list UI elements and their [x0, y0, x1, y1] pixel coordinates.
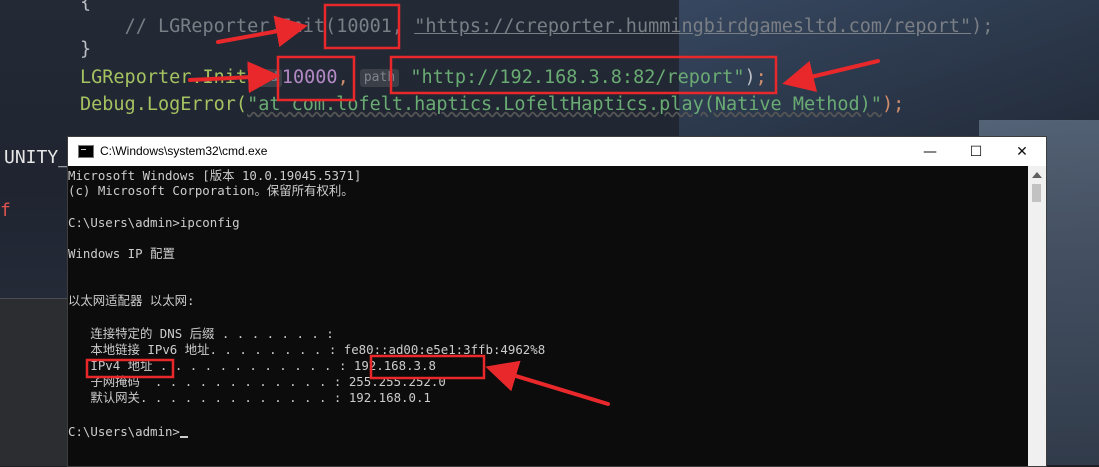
- console-line-ipv4: IPv4 地址 . . . . . . . . . . . . : 192.16…: [68, 358, 436, 373]
- close-button[interactable]: ✕: [999, 137, 1045, 166]
- init-num-value[interactable]: 10000: [282, 67, 338, 88]
- console-line: 默认网关. . . . . . . . . . . . . : 192.168.…: [68, 390, 431, 405]
- code-line-close-brace[interactable]: }: [80, 39, 91, 60]
- code-line-commented-init[interactable]: // LGReporter.Init(10001, "https://crepo…: [80, 16, 994, 37]
- cmd-titlebar[interactable]: C:\Windows\system32\cmd.exe — ☐ ✕: [68, 137, 1046, 166]
- comment-sep: ,: [391, 16, 415, 37]
- console-line: 以太网适配器 以太网:: [68, 293, 195, 308]
- init-call-name[interactable]: LGReporter.Init(: [80, 67, 258, 88]
- console-prompt-line[interactable]: C:\Users\admin>: [68, 424, 188, 439]
- brace: }: [80, 39, 92, 60]
- code-line-init-call[interactable]: LGReporter.Init(id 10000, path "http://19…: [80, 67, 767, 88]
- cmd-window[interactable]: C:\Windows\system32\cmd.exe — ☐ ✕ Micros…: [67, 136, 1047, 467]
- console-line: 本地链接 IPv6 地址. . . . . . . . : fe80::ad00…: [68, 342, 546, 357]
- console-line: (c) Microsoft Corporation。保留所有权利。: [68, 183, 354, 198]
- comment-num: 10001: [336, 16, 392, 37]
- comment-tail: );: [971, 16, 994, 37]
- init-url-value[interactable]: "http://192.168.3.8:82/report": [410, 67, 744, 88]
- param-hint-path: path: [359, 69, 400, 87]
- code-line-debug-log[interactable]: Debug.LogError("at com.lofelt.haptics.Lo…: [80, 94, 904, 115]
- init-close-paren: ): [744, 67, 756, 88]
- console-line: Windows IP 配置: [68, 246, 175, 261]
- maximize-button[interactable]: ☐: [953, 137, 999, 166]
- vertical-scrollbar[interactable]: [1028, 166, 1046, 466]
- debug-msg[interactable]: "at com.lofelt.haptics.LofeltHaptics.pla…: [247, 94, 882, 115]
- init-sep: ,: [337, 67, 349, 88]
- console-line: C:\Users\admin>ipconfig: [68, 215, 240, 230]
- cmd-console-output[interactable]: Microsoft Windows [版本 10.0.19045.5371] (…: [68, 166, 1028, 466]
- console-line: 连接特定的 DNS 后缀 . . . . . . . :: [68, 326, 334, 341]
- editor-left-red-char: f: [0, 200, 11, 221]
- text-cursor: [179, 436, 188, 438]
- cmd-title: C:\Windows\system32\cmd.exe: [100, 144, 268, 158]
- console-prompt: C:\Users\admin>: [68, 424, 180, 439]
- editor-left-label: UNITY_: [4, 147, 70, 168]
- scrollbar-thumb[interactable]: [1032, 184, 1041, 202]
- editor-left-panel: [0, 298, 68, 466]
- comment-call: LGReporter.Init(: [157, 16, 337, 37]
- console-line: 子网掩码 . . . . . . . . . . . . : 255.255.2…: [68, 374, 446, 389]
- cmd-app-icon: [78, 145, 94, 158]
- comment-prefix: //: [124, 16, 158, 37]
- init-semicolon: ;: [755, 67, 767, 88]
- minimize-button[interactable]: —: [907, 137, 953, 166]
- scroll-up-arrow-icon[interactable]: [1032, 172, 1042, 178]
- console-line: Microsoft Windows [版本 10.0.19045.5371]: [68, 168, 362, 183]
- param-hint-id: id: [258, 69, 282, 87]
- debug-call[interactable]: Debug.LogError(: [80, 94, 247, 115]
- code-line-open-brace[interactable]: {: [80, 0, 91, 13]
- brace: {: [80, 0, 92, 13]
- comment-url[interactable]: "https://creporter.hummingbirdgamesltd.c…: [414, 16, 971, 37]
- debug-tail: );: [881, 94, 905, 115]
